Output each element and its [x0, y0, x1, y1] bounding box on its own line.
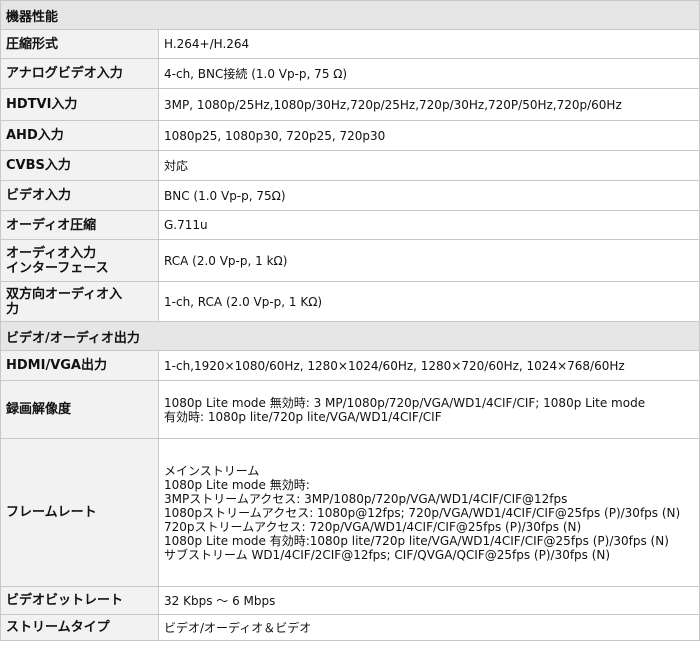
spec-table-body: 機器性能 圧縮形式 H.264+/H.264 アナログビデオ入力 4-ch, B…: [0, 0, 700, 641]
table-row: フレームレート メインストリーム 1080p Lite mode 無効時: 3M…: [0, 438, 700, 587]
table-row: ストリームタイプ ビデオ/オーディオ＆ビデオ: [0, 614, 700, 641]
table-row: HDTVI入力 3MP, 1080p/25Hz,1080p/30Hz,720p/…: [0, 88, 700, 121]
section-header-row: ビデオ/オーディオ出力: [0, 321, 700, 351]
table-row: 双方向オーディオ入 力 1-ch, RCA (2.0 Vp-p, 1 KΩ): [0, 281, 700, 322]
row-label: 録画解像度: [0, 380, 159, 439]
row-value: 対応: [158, 150, 700, 181]
row-label: アナログビデオ入力: [0, 58, 159, 89]
row-value: H.264+/H.264: [158, 29, 700, 59]
table-row: アナログビデオ入力 4-ch, BNC接続 (1.0 Vp-p, 75 Ω): [0, 58, 700, 89]
section-title-device: 機器性能: [0, 0, 700, 30]
row-value: 1-ch, RCA (2.0 Vp-p, 1 KΩ): [158, 281, 700, 322]
row-label: AHD入力: [0, 120, 159, 151]
row-label: ビデオ入力: [0, 180, 159, 211]
table-row: ビデオビットレート 32 Kbps ～ 6 Mbps: [0, 586, 700, 615]
row-value: 1080p25, 1080p30, 720p25, 720p30: [158, 120, 700, 151]
table-row: ビデオ入力 BNC (1.0 Vp-p, 75Ω): [0, 180, 700, 211]
spec-table: 機器性能 圧縮形式 H.264+/H.264 アナログビデオ入力 4-ch, B…: [0, 0, 700, 641]
table-row: AHD入力 1080p25, 1080p30, 720p25, 720p30: [0, 120, 700, 151]
row-label: オーディオ圧縮: [0, 210, 159, 240]
row-label: CVBS入力: [0, 150, 159, 181]
table-row: オーディオ入力 インターフェース RCA (2.0 Vp-p, 1 kΩ): [0, 239, 700, 282]
row-value: 4-ch, BNC接続 (1.0 Vp-p, 75 Ω): [158, 58, 700, 89]
row-label: 双方向オーディオ入 力: [0, 281, 159, 322]
table-row: 録画解像度 1080p Lite mode 無効時: 3 MP/1080p/72…: [0, 380, 700, 439]
row-value: 1080p Lite mode 無効時: 3 MP/1080p/720p/VGA…: [158, 380, 700, 439]
row-value: ビデオ/オーディオ＆ビデオ: [158, 614, 700, 641]
table-row: HDMI/VGA出力 1-ch,1920×1080/60Hz, 1280×102…: [0, 350, 700, 381]
row-value: メインストリーム 1080p Lite mode 無効時: 3MPストリームアク…: [158, 438, 700, 587]
table-row: CVBS入力 対応: [0, 150, 700, 181]
row-value: 3MP, 1080p/25Hz,1080p/30Hz,720p/25Hz,720…: [158, 88, 700, 121]
table-row: オーディオ圧縮 G.711u: [0, 210, 700, 240]
row-label: フレームレート: [0, 438, 159, 587]
row-label: 圧縮形式: [0, 29, 159, 59]
row-value: 1-ch,1920×1080/60Hz, 1280×1024/60Hz, 128…: [158, 350, 700, 381]
row-label: オーディオ入力 インターフェース: [0, 239, 159, 282]
section-title-av: ビデオ/オーディオ出力: [0, 321, 700, 351]
row-value: RCA (2.0 Vp-p, 1 kΩ): [158, 239, 700, 282]
row-label: HDMI/VGA出力: [0, 350, 159, 381]
row-label: ストリームタイプ: [0, 614, 159, 641]
row-value: 32 Kbps ～ 6 Mbps: [158, 586, 700, 615]
row-value: BNC (1.0 Vp-p, 75Ω): [158, 180, 700, 211]
row-label: ビデオビットレート: [0, 586, 159, 615]
table-row: 圧縮形式 H.264+/H.264: [0, 29, 700, 59]
section-header-row: 機器性能: [0, 0, 700, 30]
row-label: HDTVI入力: [0, 88, 159, 121]
row-value: G.711u: [158, 210, 700, 240]
